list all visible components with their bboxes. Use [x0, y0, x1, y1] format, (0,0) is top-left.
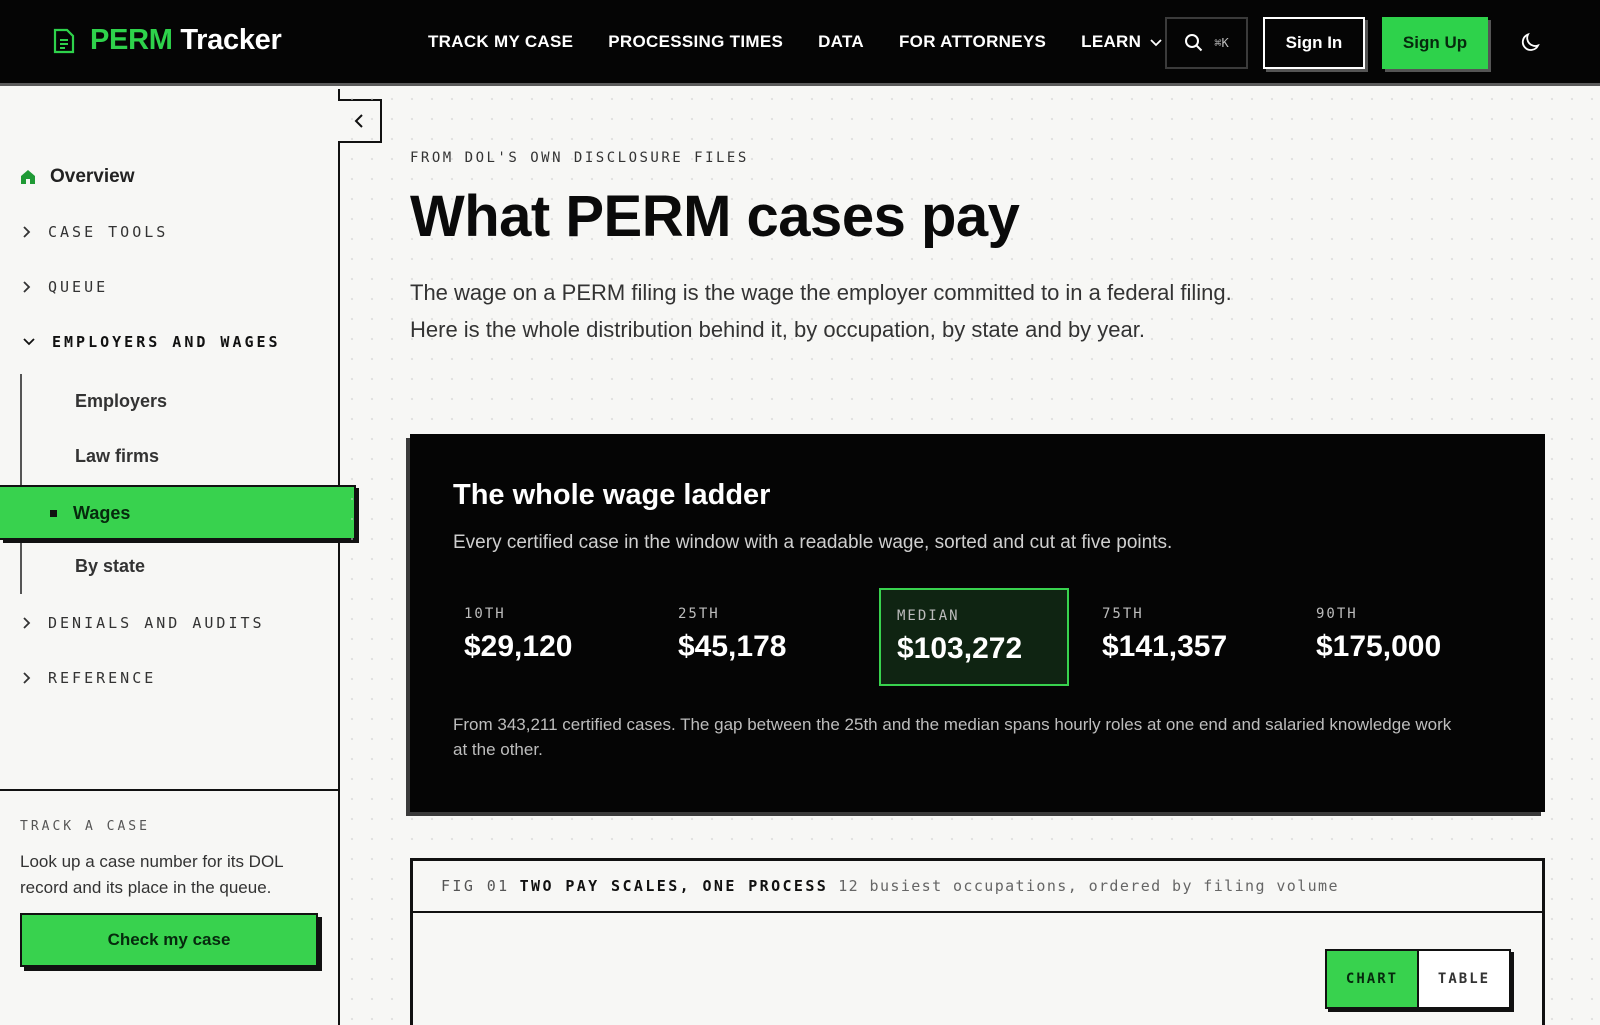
- sidebar-item-label: Wages: [73, 503, 131, 523]
- percentile-label: 10TH: [464, 606, 506, 622]
- sidebar-group-label: REFERENCE: [48, 669, 157, 687]
- percentile-25th: 25TH $45,178: [662, 588, 852, 686]
- chevron-right-icon: [23, 281, 31, 293]
- percentile-90th: 90TH $175,000: [1300, 588, 1490, 686]
- sidebar-group-employers-and-wages[interactable]: EMPLOYERS AND WAGES: [22, 333, 281, 351]
- sidebar-item-law-firms[interactable]: Law firms: [75, 446, 159, 467]
- percentile-label: MEDIAN: [897, 608, 960, 624]
- sidebar-group-reference[interactable]: REFERENCE: [22, 669, 156, 687]
- chevron-right-icon: [23, 226, 31, 238]
- sidebar-group-label: EMPLOYERS AND WAGES: [52, 333, 281, 351]
- percentile-value: $141,357: [1102, 630, 1228, 663]
- percentile-value: $175,000: [1316, 630, 1442, 663]
- main-nav: TRACK MY CASE PROCESSING TIMES DATA FOR …: [428, 32, 1163, 52]
- percentile-median: MEDIAN $103,272: [879, 588, 1069, 686]
- figure-header: FIG 01 TWO PAY SCALES, ONE PROCESS 12 busi…: [413, 861, 1542, 913]
- check-my-case-button[interactable]: Check my case: [20, 913, 318, 967]
- chevron-right-icon: [23, 617, 31, 629]
- moon-icon[interactable]: [1519, 30, 1543, 54]
- sidebar-group-label: QUEUE: [48, 278, 109, 296]
- table-toggle-button[interactable]: TABLE: [1419, 951, 1509, 1007]
- home-icon: [21, 170, 35, 184]
- nav-learn-label: LEARN: [1081, 32, 1142, 51]
- page-lead: The wage on a PERM filing is the wage th…: [410, 280, 1232, 342]
- search-icon: [1185, 34, 1203, 52]
- percentile-label: 75TH: [1102, 606, 1144, 622]
- search-shortcut: ⌘K: [1214, 36, 1229, 50]
- percentile-value: $29,120: [464, 630, 573, 663]
- sign-up-button[interactable]: Sign Up: [1382, 17, 1488, 69]
- percentile-75th: 75TH $141,357: [1086, 588, 1276, 686]
- brand-name: PERM Tracker: [90, 24, 282, 56]
- percentile-value: $45,178: [678, 630, 787, 663]
- chevron-down-icon: [23, 338, 35, 346]
- figure-number: FIG 01: [441, 877, 510, 895]
- wage-ladder-note: From 343,211 certified cases. The gap be…: [453, 715, 1452, 759]
- nav-processing-times[interactable]: PROCESSING TIMES: [608, 32, 783, 52]
- track-case-kicker: TRACK A CASE: [20, 819, 150, 834]
- nav-for-attorneys[interactable]: FOR ATTORNEYS: [899, 32, 1046, 52]
- track-case-text: Look up a case number for its DOL record…: [20, 852, 284, 897]
- sidebar-group-label: DENIALS AND AUDITS: [48, 614, 265, 632]
- page-title: What PERM cases pay: [410, 184, 1020, 249]
- sidebar-group-label: CASE TOOLS: [48, 223, 169, 241]
- figure-title: TWO PAY SCALES, ONE PROCESS: [519, 877, 829, 895]
- sidebar-item-wages[interactable]: Wages: [0, 485, 356, 540]
- chevron-right-icon: [23, 672, 31, 684]
- nav-learn[interactable]: LEARN: [1081, 32, 1163, 52]
- wage-ladder-subtitle: Every certified case in the window with …: [453, 532, 1173, 553]
- percentile-10th: 10TH $29,120: [448, 588, 638, 686]
- top-navbar: PERM Tracker TRACK MY CASE PROCESSING TI…: [0, 0, 1600, 86]
- chart-table-toggle: CHART TABLE: [1325, 949, 1511, 1009]
- track-case-panel: TRACK A CASE Look up a case number for i…: [0, 789, 340, 1025]
- chevron-down-icon: [1150, 39, 1162, 47]
- figure-description: 12 busiest occupations, ordered by filin…: [838, 877, 1339, 895]
- nav-track-my-case[interactable]: TRACK MY CASE: [428, 32, 573, 52]
- chart-toggle-button[interactable]: CHART: [1327, 951, 1419, 1007]
- percentile-label: 25TH: [678, 606, 720, 622]
- search-button[interactable]: ⌘K: [1165, 17, 1248, 69]
- sidebar-group-queue[interactable]: QUEUE: [22, 278, 108, 296]
- percentile-label: 90TH: [1316, 606, 1358, 622]
- sidebar-group-denials-and-audits[interactable]: DENIALS AND AUDITS: [22, 614, 265, 632]
- wage-ladder-title: The whole wage ladder: [453, 479, 771, 511]
- percentile-value: $103,272: [897, 632, 1023, 665]
- sidebar-item-by-state[interactable]: By state: [75, 556, 145, 577]
- sidebar-item-overview[interactable]: Overview: [20, 166, 135, 188]
- sidebar-item-employers[interactable]: Employers: [75, 391, 167, 412]
- nav-data[interactable]: DATA: [818, 32, 864, 52]
- active-bullet: [50, 510, 57, 517]
- document-icon: [53, 28, 75, 53]
- figure-panel: FIG 01 TWO PAY SCALES, ONE PROCESS 12 busi…: [410, 858, 1545, 1025]
- page-kicker: FROM DOL'S OWN DISCLOSURE FILES: [410, 150, 749, 166]
- submenu-guide-line: [20, 374, 22, 594]
- wage-ladder-card: The whole wage ladder Every certified ca…: [410, 434, 1545, 812]
- brand-logo[interactable]: PERM Tracker: [52, 24, 282, 57]
- sidebar-item-label: Overview: [50, 166, 135, 187]
- sign-in-button[interactable]: Sign In: [1263, 17, 1365, 69]
- sidebar-group-case-tools[interactable]: CASE TOOLS: [22, 223, 168, 241]
